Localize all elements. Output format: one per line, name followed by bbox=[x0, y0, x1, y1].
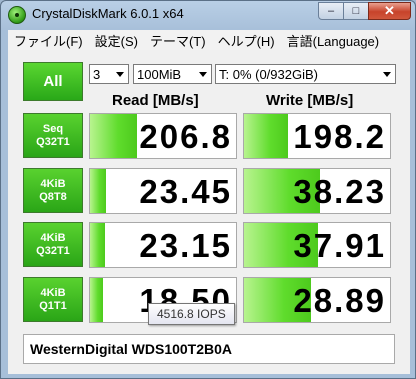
test-size-select[interactable]: 100MiB bbox=[133, 64, 212, 84]
chevron-down-icon bbox=[112, 66, 127, 82]
read-value: 206.8 bbox=[139, 118, 232, 155]
window-buttons: – □ ✕ bbox=[318, 2, 411, 20]
write-bar bbox=[244, 114, 288, 158]
menu-theme[interactable]: テーマ(T) bbox=[144, 31, 212, 50]
read-result-cell: 206.8 bbox=[89, 113, 237, 159]
menu-bar: ファイル(F) 設定(S) テーマ(T) ヘルプ(H) 言語(Language) bbox=[8, 30, 410, 50]
drive-model-text: WesternDigital WDS100T2B0A bbox=[30, 341, 233, 357]
write-result-cell: 28.89 bbox=[243, 277, 391, 323]
read-value: 23.15 bbox=[139, 227, 232, 264]
read-bar bbox=[90, 169, 107, 213]
4kib-q32t1-button[interactable]: 4KiB Q32T1 bbox=[23, 222, 83, 267]
chevron-down-icon bbox=[379, 66, 394, 82]
4kib-q1t1-button[interactable]: 4KiB Q1T1 bbox=[23, 277, 83, 322]
test-label-top: Seq bbox=[42, 122, 64, 135]
test-label-bottom: Q32T1 bbox=[36, 244, 70, 257]
write-value: 38.23 bbox=[293, 173, 386, 210]
write-value: 198.2 bbox=[293, 118, 386, 155]
main-panel: All 3 100MiB T: 0% (0/932GiB) Read [MB/s… bbox=[8, 50, 410, 374]
test-size-value: 100MiB bbox=[137, 66, 182, 82]
test-label-top: 4KiB bbox=[40, 286, 66, 299]
minimize-button[interactable]: – bbox=[318, 2, 344, 20]
title-bar[interactable]: CrystalDiskMark 6.0.1 x64 – □ ✕ bbox=[1, 1, 415, 29]
test-label-top: 4KiB bbox=[40, 177, 66, 190]
write-value: 37.91 bbox=[293, 227, 386, 264]
read-result-cell: 23.45 bbox=[89, 168, 237, 214]
window-title: CrystalDiskMark 6.0.1 x64 bbox=[32, 6, 184, 21]
menu-settings[interactable]: 設定(S) bbox=[89, 31, 144, 50]
disk-app-icon bbox=[8, 6, 26, 24]
all-button[interactable]: All bbox=[23, 62, 83, 101]
test-count-value: 3 bbox=[93, 66, 101, 82]
read-bar bbox=[90, 223, 105, 267]
maximize-button[interactable]: □ bbox=[343, 2, 369, 20]
write-result-cell: 198.2 bbox=[243, 113, 391, 159]
drive-select[interactable]: T: 0% (0/932GiB) bbox=[215, 64, 396, 84]
app-window: CrystalDiskMark 6.0.1 x64 – □ ✕ ファイル(F) … bbox=[0, 0, 416, 379]
test-label-top: 4KiB bbox=[40, 231, 66, 244]
write-header: Write [MB/s] bbox=[266, 92, 354, 109]
drive-value: T: 0% (0/932GiB) bbox=[219, 66, 318, 82]
iops-tooltip: 4516.8 IOPS bbox=[148, 303, 235, 325]
chevron-down-icon bbox=[195, 66, 210, 82]
menu-help[interactable]: ヘルプ(H) bbox=[212, 31, 281, 50]
read-bar bbox=[90, 114, 137, 158]
write-result-cell: 38.23 bbox=[243, 168, 391, 214]
write-result-cell: 37.91 bbox=[243, 222, 391, 268]
write-value: 28.89 bbox=[293, 282, 386, 319]
read-bar bbox=[90, 278, 104, 322]
read-result-cell: 23.15 bbox=[89, 222, 237, 268]
test-label-bottom: Q32T1 bbox=[36, 135, 70, 148]
test-label-bottom: Q8T8 bbox=[39, 190, 67, 203]
test-label-bottom: Q1T1 bbox=[39, 299, 67, 312]
close-button[interactable]: ✕ bbox=[368, 2, 411, 20]
menu-file[interactable]: ファイル(F) bbox=[8, 31, 89, 50]
read-header: Read [MB/s] bbox=[112, 92, 199, 109]
drive-model-field[interactable]: WesternDigital WDS100T2B0A bbox=[23, 334, 395, 364]
4kib-q8t8-button[interactable]: 4KiB Q8T8 bbox=[23, 168, 83, 213]
test-count-select[interactable]: 3 bbox=[89, 64, 129, 84]
menu-language[interactable]: 言語(Language) bbox=[281, 31, 386, 50]
read-value: 23.45 bbox=[139, 173, 232, 210]
seq-q32t1-button[interactable]: Seq Q32T1 bbox=[23, 113, 83, 158]
